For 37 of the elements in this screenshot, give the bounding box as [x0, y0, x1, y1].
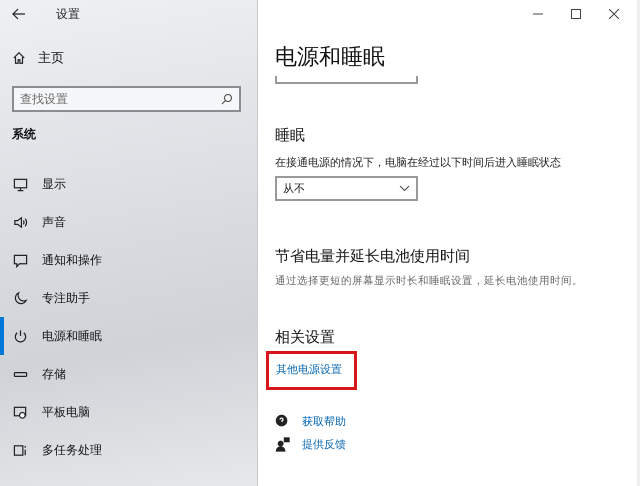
section-heading: 节省电量并延长电池使用时间 [275, 247, 471, 266]
sidebar-item[interactable]: 存储 [0, 355, 257, 393]
speaker-icon [13, 214, 28, 230]
description-text: 通过选择更短的屏幕显示时长和睡眠设置，延长电池使用时间。 [275, 274, 584, 288]
sidebar-item[interactable]: 通知和操作 [0, 241, 257, 279]
dropdown-field[interactable] [275, 76, 418, 84]
sidebar-item[interactable]: 平板电脑 [0, 393, 257, 431]
sidebar-item[interactable]: 声音 [0, 203, 257, 241]
help-link[interactable]: 提供反馈 [275, 437, 637, 452]
maximize-button[interactable] [571, 9, 581, 19]
sidebar-item[interactable]: 显示 [0, 165, 257, 203]
home-link[interactable]: 主页 [12, 44, 257, 72]
setting-label: 在接通电源的情况下，电脑在经过以下时间后进入睡眠状态 [275, 155, 562, 170]
search-field[interactable]: 查找设置 [12, 86, 241, 112]
section-heading: 相关设置 [275, 328, 336, 347]
tablet-icon [13, 404, 28, 420]
close-button[interactable] [609, 9, 619, 19]
page-title: 电源和睡眠 [275, 44, 386, 72]
help-bubble-icon [275, 414, 290, 429]
multitask-icon [13, 442, 28, 458]
home-icon [12, 51, 26, 65]
power-icon [13, 328, 28, 344]
section-heading: 系统 [12, 126, 37, 143]
sidebar-item[interactable]: 专注助手 [0, 279, 257, 317]
help-link[interactable]: 获取帮助 [275, 414, 637, 429]
person-feedback-icon [275, 437, 290, 452]
section-heading: 睡眠 [275, 126, 306, 145]
search-icon [221, 93, 233, 105]
sidebar-item[interactable]: 多任务处理 [0, 431, 257, 469]
window-title: 设置 [56, 6, 80, 22]
monitor-icon [13, 176, 28, 192]
chevron-icon [399, 185, 410, 192]
message-icon [13, 252, 28, 268]
sleep-dropdown[interactable]: 从不 [275, 176, 418, 201]
back-button[interactable] [12, 8, 26, 20]
power-settings-link[interactable]: 其他电源设置 [266, 351, 357, 390]
moon-icon [13, 290, 28, 306]
